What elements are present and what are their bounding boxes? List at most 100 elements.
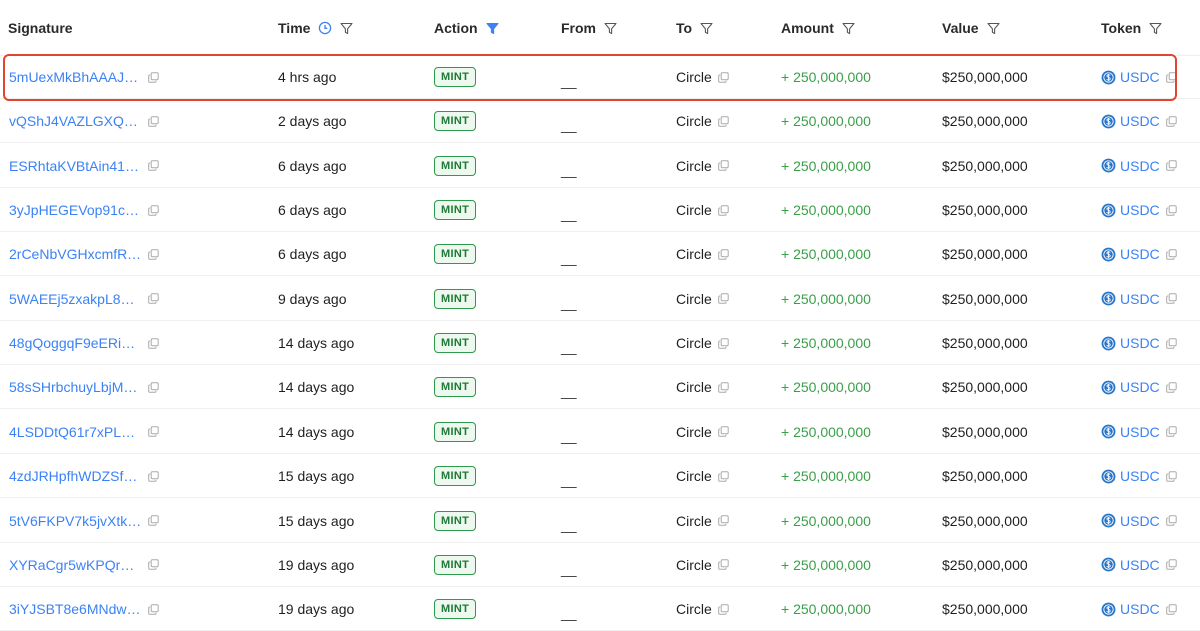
time-text: 6 days ago bbox=[278, 246, 347, 263]
from-empty-dash: __ bbox=[561, 383, 577, 400]
token-link[interactable]: USDC bbox=[1120, 246, 1160, 262]
signature-link[interactable]: 5mUexMkBhAAAJqH... bbox=[9, 69, 142, 85]
copy-icon[interactable] bbox=[148, 337, 159, 349]
to-address-label[interactable]: Circle bbox=[676, 557, 712, 573]
copy-icon[interactable] bbox=[148, 116, 159, 127]
copy-icon[interactable] bbox=[1165, 559, 1177, 571]
to-cell: Circle bbox=[676, 99, 729, 143]
copy-icon[interactable] bbox=[148, 249, 159, 260]
signature-link[interactable]: 48gQoggqF9eERi9Y5... bbox=[9, 335, 142, 351]
copy-icon[interactable] bbox=[1165, 249, 1177, 260]
filter-icon[interactable] bbox=[842, 22, 855, 35]
copy-icon[interactable] bbox=[717, 160, 729, 171]
copy-icon[interactable] bbox=[1165, 116, 1177, 127]
copy-icon[interactable] bbox=[1165, 204, 1177, 216]
copy-icon[interactable] bbox=[148, 470, 159, 482]
token-link[interactable]: USDC bbox=[1120, 557, 1160, 573]
copy-icon[interactable] bbox=[717, 426, 729, 438]
copy-icon[interactable] bbox=[1165, 293, 1177, 305]
filter-icon[interactable] bbox=[340, 22, 353, 35]
clock-icon[interactable] bbox=[318, 21, 332, 35]
time-text: 6 days ago bbox=[278, 202, 347, 219]
filter-active-icon[interactable] bbox=[486, 22, 499, 35]
to-address-label[interactable]: Circle bbox=[676, 69, 712, 85]
to-address-label[interactable]: Circle bbox=[676, 158, 712, 174]
copy-icon[interactable] bbox=[1165, 71, 1177, 83]
copy-icon[interactable] bbox=[717, 337, 729, 349]
to-address-label[interactable]: Circle bbox=[676, 379, 712, 395]
signature-link[interactable]: XYRaCgr5wKPQrAtk... bbox=[9, 557, 142, 573]
copy-icon[interactable] bbox=[1165, 603, 1177, 615]
copy-icon[interactable] bbox=[1165, 515, 1177, 526]
copy-icon[interactable] bbox=[148, 204, 159, 216]
to-address-label[interactable]: Circle bbox=[676, 424, 712, 440]
to-address-label[interactable]: Circle bbox=[676, 513, 712, 529]
copy-icon[interactable] bbox=[148, 515, 159, 526]
token-link[interactable]: USDC bbox=[1120, 69, 1160, 85]
copy-icon[interactable] bbox=[148, 160, 159, 171]
from-cell: __ bbox=[561, 144, 577, 188]
to-address-label[interactable]: Circle bbox=[676, 291, 712, 307]
amount-cell: + 250,000,000 bbox=[781, 144, 871, 188]
to-address-label[interactable]: Circle bbox=[676, 335, 712, 351]
to-address-label[interactable]: Circle bbox=[676, 601, 712, 617]
token-link[interactable]: USDC bbox=[1120, 202, 1160, 218]
token-link[interactable]: USDC bbox=[1120, 113, 1160, 129]
copy-icon[interactable] bbox=[717, 515, 729, 526]
value-text: $250,000,000 bbox=[942, 335, 1028, 352]
copy-icon[interactable] bbox=[148, 426, 159, 438]
signature-link[interactable]: vQShJ4VAZLGXQ8Z... bbox=[9, 113, 142, 129]
to-address-label[interactable]: Circle bbox=[676, 246, 712, 262]
copy-icon[interactable] bbox=[717, 116, 729, 127]
copy-icon[interactable] bbox=[717, 204, 729, 216]
signature-link[interactable]: 5WAEEj5zxakpL8VeZ... bbox=[9, 291, 142, 307]
signature-link[interactable]: ESRhtaKVBtAin41cD... bbox=[9, 158, 142, 174]
copy-icon[interactable] bbox=[1165, 426, 1177, 438]
filter-icon[interactable] bbox=[604, 22, 617, 35]
copy-icon[interactable] bbox=[717, 470, 729, 482]
column-header-time: Time bbox=[278, 0, 353, 56]
signature-link[interactable]: 2rCeNbVGHxcmfRVe... bbox=[9, 246, 142, 262]
signature-link[interactable]: 5tV6FKPV7k5jvXtkM... bbox=[9, 513, 142, 529]
signature-link[interactable]: 3yJpHEGEVop91cb2... bbox=[9, 202, 142, 218]
copy-icon[interactable] bbox=[1165, 382, 1177, 393]
copy-icon[interactable] bbox=[717, 293, 729, 305]
token-link[interactable]: USDC bbox=[1120, 601, 1160, 617]
token-link[interactable]: USDC bbox=[1120, 158, 1160, 174]
token-link[interactable]: USDC bbox=[1120, 513, 1160, 529]
copy-icon[interactable] bbox=[1165, 337, 1177, 349]
copy-icon[interactable] bbox=[148, 71, 159, 83]
signature-link[interactable]: 4LSDDtQ61r7xPL8D... bbox=[9, 424, 142, 440]
copy-icon[interactable] bbox=[717, 603, 729, 615]
to-address-label[interactable]: Circle bbox=[676, 468, 712, 484]
filter-icon[interactable] bbox=[700, 22, 713, 35]
signature-cell: vQShJ4VAZLGXQ8Z... bbox=[9, 99, 159, 143]
usdc-coin-icon bbox=[1101, 336, 1116, 351]
copy-icon[interactable] bbox=[1165, 470, 1177, 482]
time-cell: 14 days ago bbox=[278, 410, 354, 454]
from-cell: __ bbox=[561, 454, 577, 498]
token-link[interactable]: USDC bbox=[1120, 468, 1160, 484]
copy-icon[interactable] bbox=[148, 559, 159, 571]
signature-link[interactable]: 3iYJSBT8e6MNdwY... bbox=[9, 601, 142, 617]
copy-icon[interactable] bbox=[717, 71, 729, 83]
copy-icon[interactable] bbox=[717, 249, 729, 260]
to-address-label[interactable]: Circle bbox=[676, 113, 712, 129]
filter-icon[interactable] bbox=[987, 22, 1000, 35]
action-badge: MINT bbox=[434, 421, 477, 442]
copy-icon[interactable] bbox=[148, 603, 159, 615]
amount-cell: + 250,000,000 bbox=[781, 188, 871, 232]
to-address-label[interactable]: Circle bbox=[676, 202, 712, 218]
copy-icon[interactable] bbox=[1165, 160, 1177, 171]
copy-icon[interactable] bbox=[717, 382, 729, 393]
signature-link[interactable]: 58sSHrbchuyLbjMg... bbox=[9, 379, 142, 395]
token-link[interactable]: USDC bbox=[1120, 291, 1160, 307]
signature-link[interactable]: 4zdJRHpfhWDZSfe1... bbox=[9, 468, 142, 484]
filter-icon[interactable] bbox=[1149, 22, 1162, 35]
copy-icon[interactable] bbox=[148, 382, 159, 393]
copy-icon[interactable] bbox=[148, 293, 159, 305]
token-link[interactable]: USDC bbox=[1120, 379, 1160, 395]
token-link[interactable]: USDC bbox=[1120, 335, 1160, 351]
copy-icon[interactable] bbox=[717, 559, 729, 571]
token-link[interactable]: USDC bbox=[1120, 424, 1160, 440]
